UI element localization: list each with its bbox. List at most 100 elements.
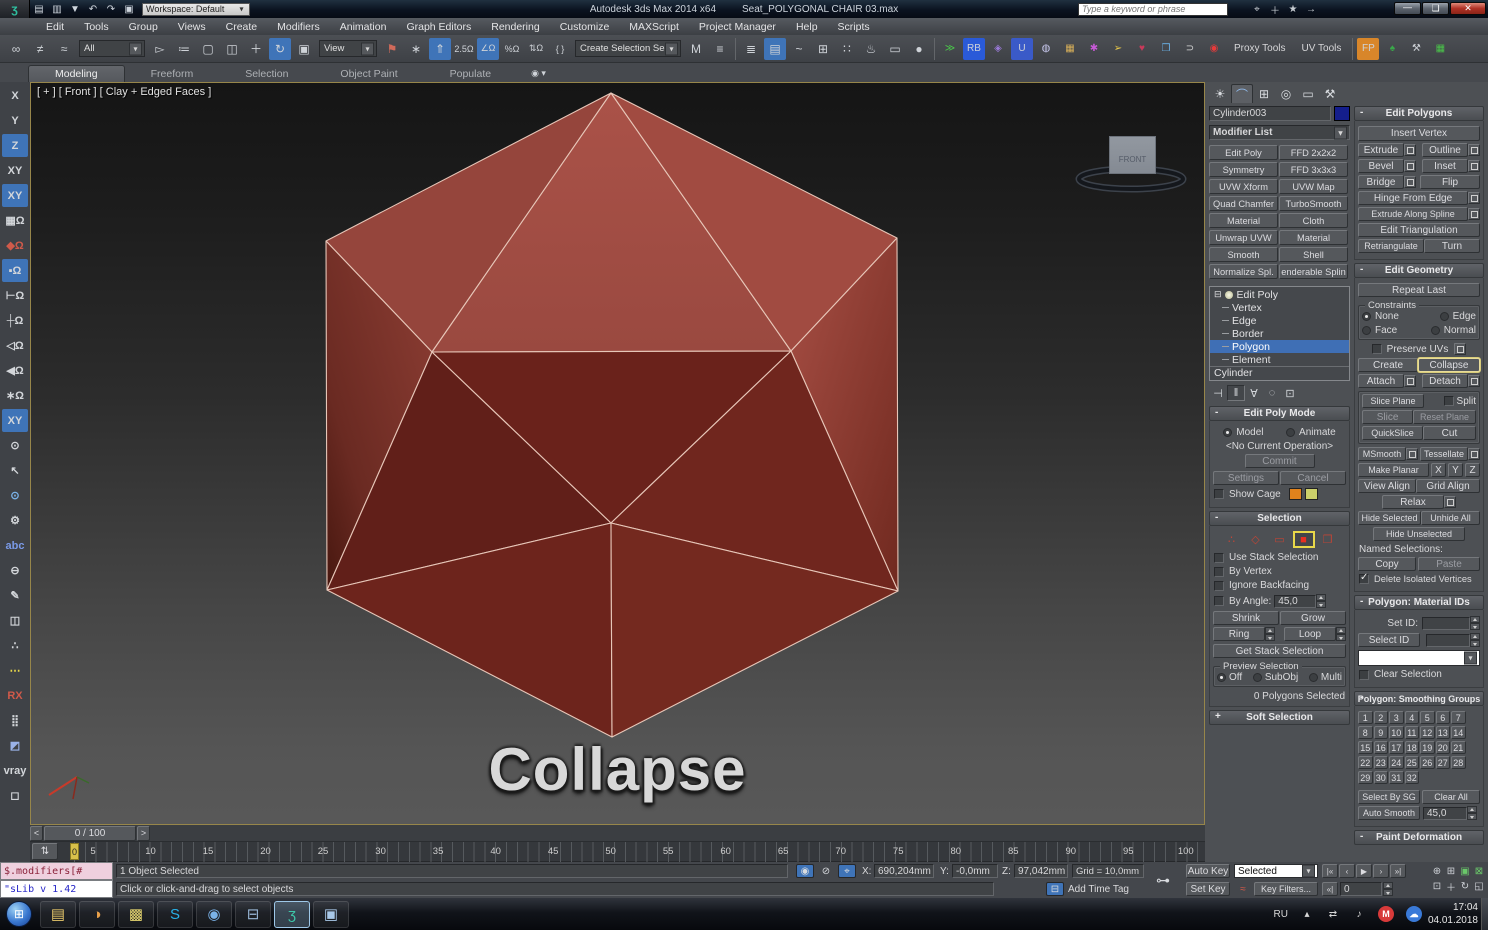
- modifier-list-dropdown[interactable]: Modifier List: [1209, 125, 1350, 140]
- smoothing-group-button[interactable]: 23: [1374, 756, 1389, 769]
- taskbar-app-icon[interactable]: ◉: [196, 901, 232, 928]
- toolbar-icon[interactable]: M: [685, 38, 707, 60]
- clear-all-button[interactable]: Clear All: [1422, 790, 1480, 804]
- playback-button[interactable]: ▶: [1356, 864, 1372, 878]
- left-toolbar-icon[interactable]: ⊙: [2, 484, 28, 507]
- modifier-stack[interactable]: Edit Poly Vertex Edge Border Polygon Ele…: [1209, 286, 1350, 381]
- viewport-label[interactable]: [ + ] [ Front ] [ Clay + Edged Faces ]: [37, 86, 211, 98]
- planar-y-button[interactable]: Y: [1448, 463, 1463, 477]
- tray-icon[interactable]: ▴: [1300, 905, 1314, 923]
- delete-isolated-vertices-checkbox[interactable]: [1359, 574, 1369, 584]
- auto-smooth-angle-field[interactable]: 45,0: [1423, 807, 1467, 820]
- menu-item[interactable]: Project Manager: [689, 18, 786, 35]
- preserve-uvs-checkbox[interactable]: [1372, 344, 1382, 354]
- current-frame-marker[interactable]: 0: [70, 843, 79, 860]
- mini-curve-editor-button[interactable]: ⇅: [32, 843, 58, 860]
- tray-icon[interactable]: ♪: [1352, 905, 1366, 923]
- workspace-dropdown[interactable]: Workspace: Default: [142, 3, 250, 16]
- split-checkbox-row[interactable]: Split: [1444, 396, 1476, 407]
- smoothing-group-button[interactable]: 28: [1451, 756, 1466, 769]
- toolbar-icon[interactable]: ●: [908, 38, 930, 60]
- make-unique-icon[interactable]: ∀: [1245, 385, 1263, 401]
- slice-plane-button[interactable]: Slice Plane: [1362, 394, 1424, 408]
- ribbon-options-icon[interactable]: ◉ ▾: [531, 68, 546, 82]
- toolbar-icon[interactable]: ⊞: [812, 38, 834, 60]
- smoothing-group-button[interactable]: 2: [1374, 711, 1389, 724]
- tab-create-icon[interactable]: ☀: [1209, 84, 1231, 103]
- auto-key-button[interactable]: Auto Key: [1186, 864, 1230, 878]
- modifier-button[interactable]: Normalize Spl.: [1209, 264, 1278, 279]
- extrude-button[interactable]: Extrude: [1358, 143, 1404, 157]
- extrude-settings-icon[interactable]: [1404, 144, 1416, 156]
- attach-button[interactable]: Attach: [1358, 374, 1404, 388]
- maxscript-listener-line1[interactable]: $.modifiers[#: [0, 862, 113, 880]
- menu-item[interactable]: Edit: [36, 18, 74, 35]
- toolbar-icon[interactable]: ♨: [860, 38, 882, 60]
- by-angle-spinner[interactable]: [1316, 594, 1326, 608]
- copy-button[interactable]: Copy: [1358, 557, 1416, 571]
- show-end-result-icon[interactable]: ‖: [1227, 385, 1245, 401]
- y-coordinate-field[interactable]: -0,0mm: [952, 864, 998, 878]
- playback-button[interactable]: ‹: [1339, 864, 1355, 878]
- left-toolbar-icon[interactable]: Z: [2, 134, 28, 157]
- menu-item[interactable]: Views: [168, 18, 216, 35]
- left-toolbar-icon[interactable]: XY: [2, 159, 28, 182]
- attach-settings-icon[interactable]: [1404, 375, 1416, 387]
- create-button[interactable]: Create: [1358, 358, 1418, 372]
- modifier-button[interactable]: Unwrap UVW: [1209, 230, 1278, 245]
- plugin-icon[interactable]: U: [1011, 38, 1033, 60]
- left-toolbar-icon[interactable]: ▪Ω: [2, 259, 28, 282]
- preserve-uvs-settings-icon[interactable]: [1454, 343, 1466, 355]
- smoothing-group-button[interactable]: 18: [1405, 741, 1420, 754]
- viewport-nav-icon[interactable]: ⊞: [1444, 864, 1458, 879]
- smoothing-group-button[interactable]: 3: [1389, 711, 1404, 724]
- viewport-nav-icon[interactable]: ◱: [1472, 879, 1486, 894]
- left-toolbar-icon[interactable]: ◩: [2, 734, 28, 757]
- visibility-bulb-icon[interactable]: [1225, 291, 1233, 299]
- tab-motion-icon[interactable]: ◎: [1275, 84, 1297, 103]
- smoothing-group-button[interactable]: 14: [1451, 726, 1466, 739]
- start-button[interactable]: ⊞: [6, 901, 32, 927]
- plugin-icon[interactable]: ≫: [939, 38, 961, 60]
- subobject-level-icon[interactable]: ∴: [1221, 531, 1243, 548]
- tab-freeform[interactable]: Freeform: [125, 66, 220, 82]
- left-toolbar-icon[interactable]: ◫: [2, 609, 28, 632]
- remove-modifier-icon[interactable]: ◌: [1263, 385, 1281, 401]
- tray-icon[interactable]: RU: [1274, 905, 1288, 923]
- smoothing-group-button[interactable]: 6: [1436, 711, 1451, 724]
- toolbar-icon[interactable]: ∷: [836, 38, 858, 60]
- toolbar-icon[interactable]: ⇑: [429, 38, 451, 60]
- toolbar-icon[interactable]: ≠: [29, 38, 51, 60]
- by-angle-checkbox[interactable]: [1214, 596, 1224, 606]
- search-input[interactable]: [1078, 3, 1228, 16]
- msmooth-settings-icon[interactable]: [1406, 448, 1418, 460]
- plugin-icon[interactable]: ➢: [1107, 38, 1129, 60]
- toolbar-icon[interactable]: ∗: [405, 38, 427, 60]
- key-filter-curve-icon[interactable]: ≈: [1234, 882, 1252, 896]
- current-frame-field[interactable]: 0: [1340, 882, 1382, 896]
- toolbar-icon[interactable]: ＋: [245, 38, 267, 60]
- reset-plane-button[interactable]: Reset Plane: [1413, 410, 1476, 424]
- taskbar-clock[interactable]: 17:04 04.01.2018: [1428, 901, 1478, 927]
- proxy-tools-button[interactable]: Proxy Tools: [1226, 43, 1294, 54]
- time-tag-icon[interactable]: ⊟: [1046, 882, 1064, 896]
- left-toolbar-icon[interactable]: ⣿: [2, 709, 28, 732]
- outline-settings-icon[interactable]: [1468, 144, 1480, 156]
- menu-item[interactable]: Tools: [74, 18, 119, 35]
- snap-toggle-icon[interactable]: 2.5Ω: [453, 38, 475, 60]
- left-toolbar-icon[interactable]: X: [2, 84, 28, 107]
- auto-smooth-spinner[interactable]: [1467, 806, 1477, 820]
- taskbar-app-icon[interactable]: ▣: [313, 901, 349, 928]
- tray-icon[interactable]: M: [1378, 906, 1394, 922]
- left-toolbar-icon[interactable]: ⋯: [2, 659, 28, 682]
- add-time-tag-label[interactable]: Add Time Tag: [1068, 884, 1129, 898]
- rollout-edit-poly-mode[interactable]: Edit Poly Mode: [1209, 406, 1350, 421]
- viewport-nav-icon[interactable]: ▣: [1458, 864, 1472, 879]
- rollout-smoothing-groups[interactable]: Polygon: Smoothing Groups: [1354, 691, 1484, 706]
- ignore-backfacing-checkbox[interactable]: [1214, 581, 1224, 591]
- toolbar-icon[interactable]: ∞: [5, 38, 27, 60]
- stack-item-edge[interactable]: Edge: [1210, 314, 1349, 327]
- smoothing-group-button[interactable]: 32: [1405, 771, 1420, 784]
- shrink-button[interactable]: Shrink: [1213, 611, 1279, 625]
- snap-toggle-icon[interactable]: { }: [549, 38, 571, 60]
